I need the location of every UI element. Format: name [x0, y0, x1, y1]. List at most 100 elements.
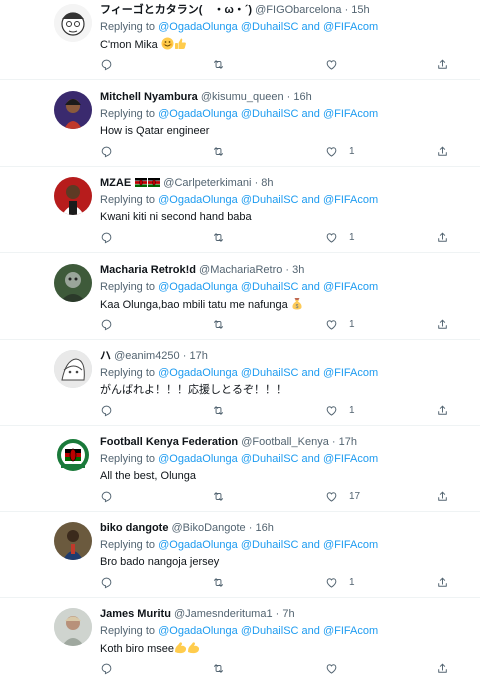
reply-button[interactable] [100, 229, 113, 245]
mention-link[interactable]: @FIFAcom [323, 539, 378, 551]
display-name[interactable]: ハ [100, 350, 111, 362]
retweet-button[interactable] [212, 56, 225, 72]
share-button[interactable] [436, 574, 449, 590]
avatar[interactable] [54, 177, 92, 215]
avatar[interactable] [54, 350, 92, 388]
retweet-button[interactable] [212, 660, 225, 676]
like-button[interactable]: 1 [325, 229, 355, 245]
timestamp[interactable]: 15h [351, 4, 369, 16]
user-handle[interactable]: @eanim4250 [114, 350, 180, 362]
share-button[interactable] [436, 316, 449, 332]
mention-link[interactable]: @OgadaOlunga [158, 539, 238, 551]
tweet[interactable]: James Muritu @Jamesnderituma1 · 7h Reply… [0, 598, 480, 683]
avatar[interactable] [54, 4, 92, 42]
mention-link[interactable]: @OgadaOlunga [158, 625, 238, 637]
retweet-icon [212, 145, 225, 158]
avatar[interactable] [54, 608, 92, 646]
reply-button[interactable] [100, 488, 113, 504]
share-button[interactable] [436, 56, 449, 72]
user-handle[interactable]: @Football_Kenya [241, 436, 329, 448]
mention-link[interactable]: @OgadaOlunga [158, 194, 238, 206]
tweet[interactable]: Mitchell Nyambura @kisumu_queen · 16h Re… [0, 81, 480, 167]
like-button[interactable]: 1 [325, 574, 355, 590]
retweet-button[interactable] [212, 402, 225, 418]
replying-to: Replying to @OgadaOlunga @DuhailSC and @… [100, 366, 468, 381]
tweet[interactable]: フィーゴとカタラン( ・ω・´) @FIGObarcelona · 15h Re… [0, 0, 480, 80]
retweet-button[interactable] [212, 574, 225, 590]
reply-button[interactable] [100, 402, 113, 418]
mention-link[interactable]: @OgadaOlunga [158, 281, 238, 293]
tweet[interactable]: Macharia Retrok!d @MachariaRetro · 3h Re… [0, 254, 480, 340]
mention-link[interactable]: @OgadaOlunga [158, 108, 238, 120]
reply-button[interactable] [100, 660, 113, 676]
mention-link[interactable]: @DuhailSC [241, 281, 299, 293]
avatar[interactable] [54, 522, 92, 560]
share-button[interactable] [436, 660, 449, 676]
retweet-icon [212, 58, 225, 71]
retweet-button[interactable] [212, 229, 225, 245]
share-button[interactable] [436, 488, 449, 504]
tweet[interactable]: Football Kenya Federation @Football_Keny… [0, 426, 480, 512]
timestamp[interactable]: 16h [255, 522, 273, 534]
display-name[interactable]: Mitchell Nyambura [100, 91, 198, 103]
mention-link[interactable]: @DuhailSC [241, 194, 299, 206]
mention-link[interactable]: @DuhailSC [241, 625, 299, 637]
timestamp[interactable]: 3h [292, 264, 304, 276]
timestamp[interactable]: 16h [293, 91, 311, 103]
mention-link[interactable]: @FIFAcom [323, 21, 378, 33]
reply-button[interactable] [100, 56, 113, 72]
tweet[interactable]: ハ @eanim4250 · 17h Replying to @OgadaOlu… [0, 340, 480, 426]
timestamp[interactable]: 17h [339, 436, 357, 448]
mention-link[interactable]: @FIFAcom [323, 281, 378, 293]
mention-link[interactable]: @DuhailSC [241, 367, 299, 379]
avatar[interactable] [54, 91, 92, 129]
reply-button[interactable] [100, 143, 113, 159]
user-handle[interactable]: @Jamesnderituma1 [174, 608, 273, 620]
display-name[interactable]: MZAE [100, 177, 131, 189]
user-handle[interactable]: @kisumu_queen [201, 91, 284, 103]
user-handle[interactable]: @FIGObarcelona [255, 4, 341, 16]
mention-link[interactable]: @OgadaOlunga [158, 367, 238, 379]
user-handle[interactable]: @Carlpeterkimani [163, 177, 251, 189]
display-name[interactable]: James Muritu [100, 608, 171, 620]
mention-link[interactable]: @FIFAcom [323, 108, 378, 120]
like-button[interactable]: 17 [325, 488, 360, 504]
like-button[interactable] [325, 56, 349, 72]
display-name[interactable]: biko dangote [100, 522, 168, 534]
display-name[interactable]: フィーゴとカタラン( ・ω・´) [100, 4, 252, 16]
mention-link[interactable]: @DuhailSC [241, 21, 299, 33]
retweet-icon [212, 490, 225, 503]
timestamp[interactable]: 17h [189, 350, 207, 362]
share-button[interactable] [436, 402, 449, 418]
reply-button[interactable] [100, 574, 113, 590]
retweet-button[interactable] [212, 316, 225, 332]
share-button[interactable] [436, 229, 449, 245]
share-button[interactable] [436, 143, 449, 159]
mention-link[interactable]: @FIFAcom [323, 194, 378, 206]
avatar[interactable] [54, 436, 92, 474]
tweet[interactable]: MZAE @Carlpeterkimani · 8h Replying to @… [0, 167, 480, 253]
retweet-button[interactable] [212, 488, 225, 504]
display-name[interactable]: Football Kenya Federation [100, 436, 238, 448]
like-button[interactable] [325, 660, 349, 676]
reply-button[interactable] [100, 316, 113, 332]
mention-link[interactable]: @OgadaOlunga [158, 453, 238, 465]
mention-link[interactable]: @DuhailSC [241, 539, 299, 551]
tweet[interactable]: biko dangote @BikoDangote · 16h Replying… [0, 512, 480, 598]
timestamp[interactable]: 8h [261, 177, 273, 189]
mention-link[interactable]: @FIFAcom [323, 453, 378, 465]
mention-link[interactable]: @FIFAcom [323, 625, 378, 637]
timestamp[interactable]: 7h [282, 608, 294, 620]
user-handle[interactable]: @MachariaRetro [199, 264, 282, 276]
avatar[interactable] [54, 264, 92, 302]
mention-link[interactable]: @DuhailSC [241, 108, 299, 120]
mention-link[interactable]: @OgadaOlunga [158, 21, 238, 33]
like-button[interactable]: 1 [325, 143, 355, 159]
display-name[interactable]: Macharia Retrok!d [100, 264, 196, 276]
mention-link[interactable]: @DuhailSC [241, 453, 299, 465]
user-handle[interactable]: @BikoDangote [172, 522, 246, 534]
like-button[interactable]: 1 [325, 316, 355, 332]
mention-link[interactable]: @FIFAcom [323, 367, 378, 379]
like-button[interactable]: 1 [325, 402, 355, 418]
retweet-button[interactable] [212, 143, 225, 159]
